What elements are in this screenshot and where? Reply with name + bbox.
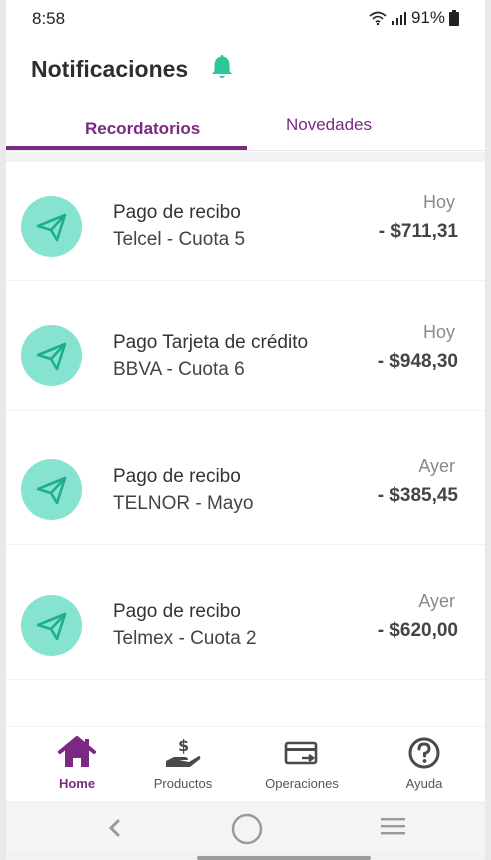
item-date: Ayer [418, 591, 455, 611]
tab-novedades[interactable]: Novedades [286, 115, 372, 135]
item-title: Pago Tarjeta de crédito [113, 332, 309, 353]
tab-recordatorios[interactable]: Recordatorios [85, 119, 200, 139]
nav-ayuda[interactable]: Ayuda [369, 727, 479, 801]
recents-icon[interactable] [380, 816, 406, 838]
nav-ayuda-label: Ayuda [405, 776, 443, 791]
send-icon [21, 196, 82, 257]
item-date: Ayer [418, 456, 455, 476]
battery-percent: 91% [410, 8, 445, 27]
system-nav-bar [6, 805, 485, 852]
home-circle-icon[interactable] [230, 812, 264, 846]
tab-divider [6, 150, 485, 151]
item-title: Pago de recibo [113, 202, 241, 223]
item-subtitle: Telmex - Cuota 2 [113, 628, 257, 649]
signal-icon [391, 12, 406, 25]
list-item-partial [6, 680, 485, 726]
wifi-icon [369, 11, 387, 25]
hand-money-icon: $ [166, 736, 201, 767]
back-icon[interactable] [106, 818, 122, 838]
nav-home-label: Home [58, 776, 96, 791]
svg-text:$: $ [178, 736, 189, 755]
active-tab-indicator [6, 146, 247, 150]
nav-operaciones[interactable]: Operaciones [247, 727, 357, 801]
item-amount: - $620,00 [377, 620, 458, 641]
item-amount: - $385,45 [377, 485, 458, 506]
item-subtitle: Telcel - Cuota 5 [113, 229, 246, 250]
list-item[interactable]: Pago de recibo Telmex - Cuota 2 Ayer - $… [6, 545, 485, 679]
app-screen: 8:58 91% Notificaciones Recordatorios No… [6, 0, 485, 860]
item-title: Pago de recibo [113, 601, 241, 622]
battery-icon [449, 10, 459, 26]
item-subtitle: TELNOR - Mayo [113, 493, 254, 514]
home-icon [58, 736, 96, 767]
list-item[interactable]: Pago Tarjeta de crédito BBVA - Cuota 6 H… [6, 281, 485, 410]
item-date: Hoy [422, 322, 455, 342]
nav-productos-label: Productos [153, 776, 213, 791]
item-amount: - $948,30 [377, 351, 458, 372]
item-date: Hoy [422, 192, 455, 212]
header: Notificaciones Recordatorios Novedades [6, 36, 485, 152]
item-title: Pago de recibo [113, 466, 241, 487]
status-bar: 8:58 91% [6, 0, 485, 36]
nav-home[interactable]: Home [22, 727, 132, 801]
item-subtitle: BBVA - Cuota 6 [113, 359, 245, 380]
send-icon [21, 459, 82, 520]
list-item[interactable]: Pago de recibo Telcel - Cuota 5 Hoy - $7… [6, 162, 485, 280]
page-title: Notificaciones [31, 56, 189, 82]
nav-operaciones-label: Operaciones [265, 776, 339, 791]
bell-icon[interactable] [207, 52, 237, 82]
item-amount: - $711,31 [378, 221, 458, 242]
send-icon [21, 595, 82, 656]
home-indicator [197, 856, 371, 860]
status-icons: 91% [369, 8, 459, 28]
list-item[interactable]: Pago de recibo TELNOR - Mayo Ayer - $385… [6, 411, 485, 544]
send-icon [21, 325, 82, 386]
card-transfer-icon [284, 741, 318, 765]
help-icon [408, 737, 440, 769]
nav-productos[interactable]: $ Productos [128, 727, 238, 801]
bottom-nav: Home $ Productos Operaciones Ayuda [6, 727, 485, 801]
status-time: 8:58 [32, 9, 66, 28]
